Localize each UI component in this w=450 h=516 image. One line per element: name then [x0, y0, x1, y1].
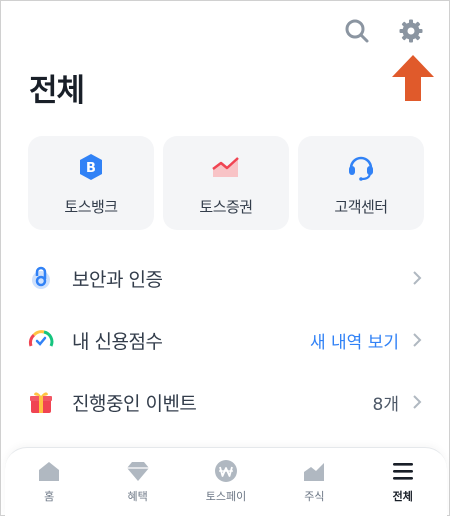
- chevron-right-icon: [409, 394, 425, 410]
- gift-icon: [28, 389, 54, 415]
- shortcut-customer-center[interactable]: 고객센터: [298, 136, 424, 230]
- list-item-label: 보안과 인증: [72, 268, 163, 291]
- gear-icon[interactable]: [397, 17, 425, 45]
- tab-label: 혜택: [127, 490, 148, 503]
- shortcut-cards: B 토스뱅크 토스증권 고객센터: [28, 136, 424, 230]
- tab-tosspay[interactable]: 토스페이: [186, 458, 266, 504]
- tab-label: 토스페이: [205, 490, 247, 503]
- list-item-label: 내 신용점수: [72, 330, 163, 353]
- shortcut-label: 고객센터: [334, 198, 388, 216]
- top-toolbar: [343, 17, 425, 45]
- won-coin-icon: [212, 458, 240, 484]
- home-icon: [35, 458, 63, 484]
- list-item-label: 진행중인 이벤트: [72, 392, 197, 415]
- new-history-link[interactable]: 새 내역 보기: [310, 328, 399, 353]
- list-item-credit-score[interactable]: 내 신용점수 새 내역 보기: [1, 309, 450, 371]
- tab-home[interactable]: 홈: [9, 458, 89, 504]
- search-icon[interactable]: [343, 17, 371, 45]
- credit-gauge-icon: [28, 327, 54, 353]
- chevron-right-icon: [409, 332, 425, 348]
- stock-icon: [300, 458, 328, 484]
- tab-stocks[interactable]: 주식: [274, 458, 354, 504]
- page-title: 전체: [29, 73, 85, 109]
- shortcut-toss-securities[interactable]: 토스증권: [163, 136, 289, 230]
- shortcut-toss-bank[interactable]: B 토스뱅크: [28, 136, 154, 230]
- tab-all[interactable]: 전체: [363, 458, 443, 504]
- tab-label: 주식: [304, 490, 325, 503]
- tab-label: 전체: [392, 490, 413, 503]
- chevron-right-icon: [409, 270, 425, 286]
- list-item-security[interactable]: 보안과 인증: [1, 247, 450, 309]
- stock-chart-icon: [211, 152, 241, 182]
- tab-benefits[interactable]: 혜택: [98, 458, 178, 504]
- menu-list: 보안과 인증 내 신용점수 새 내역 보기 진행중인 이벤트 8개: [1, 247, 450, 433]
- tab-label: 홈: [44, 490, 55, 503]
- shortcut-label: 토스뱅크: [64, 198, 118, 216]
- diamond-icon: [124, 458, 152, 484]
- security-lock-icon: [28, 265, 54, 291]
- menu-icon: [389, 458, 417, 484]
- app-screen: 전체 B 토스뱅크 토스증권 고객센터 보안과 인증 내 신용점수 새 내역 보…: [0, 0, 450, 516]
- headset-icon: [346, 152, 376, 182]
- bank-b-icon: B: [76, 152, 106, 182]
- shortcut-label: 토스증권: [199, 198, 253, 216]
- svg-text:B: B: [86, 161, 96, 176]
- list-item-events[interactable]: 진행중인 이벤트 8개: [1, 371, 450, 433]
- event-count: 8개: [372, 394, 399, 415]
- annotation-arrow-icon: [392, 55, 434, 101]
- bottom-tab-bar: 홈 혜택 토스페이 주식 전체: [5, 447, 447, 516]
